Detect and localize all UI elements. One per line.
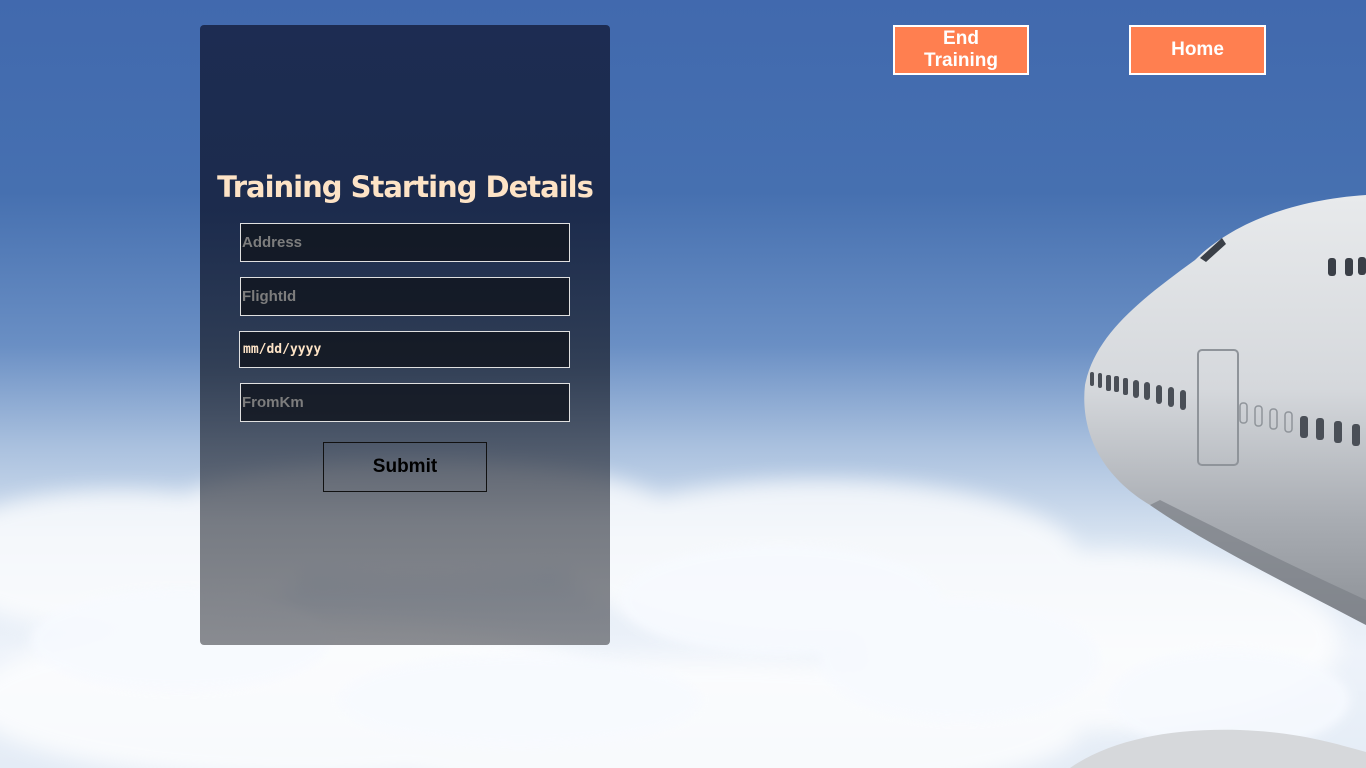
training-details-panel: Training Starting Details mm/dd/yyyy Sub… [200, 25, 610, 645]
address-input[interactable] [240, 223, 570, 262]
flight-id-input[interactable] [240, 277, 570, 316]
end-training-button[interactable]: End Training [893, 25, 1029, 75]
form-title: Training Starting Details [217, 170, 594, 204]
date-input[interactable]: mm/dd/yyyy [239, 331, 570, 368]
from-km-input[interactable] [240, 383, 570, 422]
submit-button[interactable]: Submit [323, 442, 487, 492]
home-button[interactable]: Home [1129, 25, 1266, 75]
